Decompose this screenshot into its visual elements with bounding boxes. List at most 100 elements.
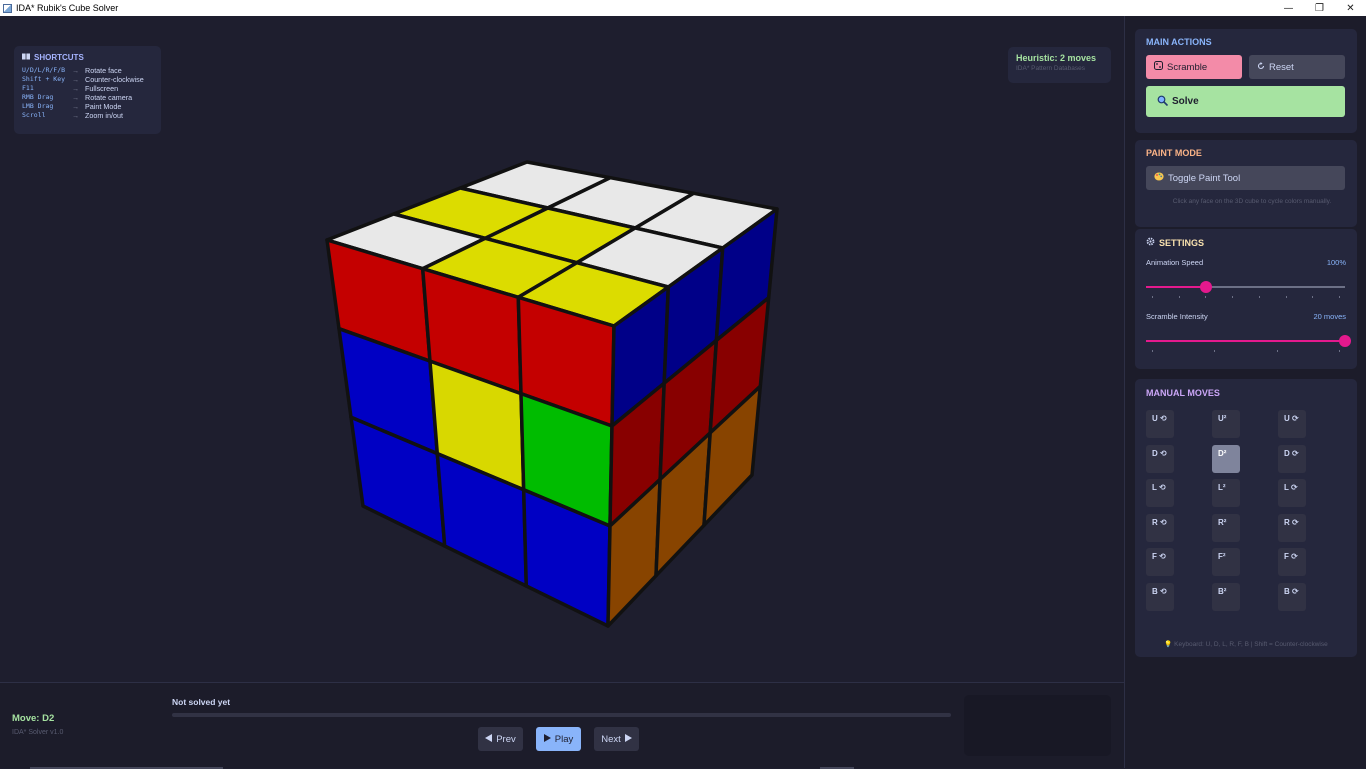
gear-icon bbox=[1146, 237, 1155, 248]
slider-tick bbox=[1285, 296, 1287, 298]
heuristic-label: Heuristic: 2 moves bbox=[1016, 53, 1097, 63]
manual-moves-title: MANUAL MOVES bbox=[1146, 388, 1220, 398]
shortcut-key: RMB Drag bbox=[22, 93, 54, 101]
minimize-button[interactable]: — bbox=[1273, 0, 1304, 16]
shortcut-key: LMB Drag bbox=[22, 102, 54, 110]
slider-tick bbox=[1152, 350, 1153, 352]
animation-speed-slider[interactable] bbox=[1146, 281, 1345, 298]
shortcut-row: U/D/L/R/F/B → Rotate face bbox=[22, 66, 153, 75]
move-button[interactable]: R² bbox=[1212, 513, 1240, 542]
shortcut-row: Shift + Key → Counter-clockwise bbox=[22, 75, 153, 84]
paint-palette-icon bbox=[1154, 172, 1164, 184]
move-button[interactable]: B² bbox=[1212, 583, 1240, 611]
animation-speed-thumb[interactable] bbox=[1199, 281, 1212, 293]
scramble-intensity-label: Scramble Intensity bbox=[1146, 312, 1208, 321]
shortcut-row: Scroll → Zoom in/out bbox=[22, 111, 153, 120]
refresh-icon bbox=[1257, 61, 1265, 73]
move-button[interactable]: R ⟳ bbox=[1278, 513, 1306, 542]
arrow-icon: → bbox=[72, 93, 80, 102]
move-button[interactable]: F ⟲ bbox=[1146, 548, 1174, 577]
slider-tick bbox=[1178, 296, 1180, 298]
solve-label: Solve bbox=[1172, 96, 1199, 107]
shortcut-list: U/D/L/R/F/B → Rotate face Shift + Key → Count… bbox=[22, 66, 153, 120]
move-button[interactable]: D² bbox=[1212, 444, 1240, 473]
manual-moves-panel: MANUAL MOVES U ⟲ U² U ⟳ D ⟲ D² D ⟳ L ⟲ L² L ⟳ R ⟲… bbox=[1135, 379, 1357, 657]
toggle-paint-button[interactable]: Toggle Paint Tool bbox=[1146, 166, 1345, 190]
slider-tick bbox=[1276, 350, 1278, 352]
solve-status: Not solved yet bbox=[172, 697, 231, 707]
sidebar: MAIN ACTIONS Scramble Reset Solve PAINT … bbox=[1124, 16, 1366, 768]
settings-title: SETTINGS bbox=[1159, 237, 1205, 248]
main-actions-panel: MAIN ACTIONS Scramble Reset Solve bbox=[1135, 29, 1357, 133]
move-button[interactable]: L ⟲ bbox=[1146, 479, 1174, 508]
play-icon bbox=[543, 733, 551, 745]
shortcut-key: U/D/L/R/F/B bbox=[22, 66, 66, 74]
triangle-left-icon bbox=[485, 733, 493, 745]
move-button[interactable]: U ⟳ bbox=[1278, 410, 1306, 438]
current-move: Move: D2 bbox=[12, 713, 55, 724]
slider-tick bbox=[1205, 296, 1207, 298]
move-button[interactable]: L² bbox=[1212, 479, 1240, 508]
maximize-button[interactable]: ❐ bbox=[1304, 0, 1335, 16]
move-button[interactable]: D ⟲ bbox=[1146, 444, 1174, 473]
arrow-icon: → bbox=[72, 102, 80, 111]
move-button[interactable]: R ⟲ bbox=[1146, 513, 1174, 542]
shortcut-action: Counter-clockwise bbox=[85, 75, 144, 84]
reset-button[interactable]: Reset bbox=[1249, 55, 1345, 79]
shortcut-key: Scroll bbox=[22, 111, 46, 119]
slider-tick bbox=[1214, 350, 1216, 352]
cube-viewport[interactable]: SHORTCUTS U/D/L/R/F/B → Rotate face Shift +… bbox=[0, 16, 1124, 682]
next-label: Next bbox=[601, 733, 621, 745]
move-button[interactable]: L ⟳ bbox=[1278, 479, 1306, 508]
reset-label: Reset bbox=[1269, 61, 1294, 73]
move-button[interactable]: U² bbox=[1212, 410, 1240, 438]
move-button[interactable]: D ⟳ bbox=[1278, 444, 1306, 473]
prev-label: Prev bbox=[496, 733, 516, 745]
prev-button[interactable]: Prev bbox=[478, 727, 523, 751]
settings-header: SETTINGS bbox=[1146, 237, 1204, 248]
shortcut-key: F11 bbox=[22, 84, 34, 92]
move-button[interactable]: B ⟳ bbox=[1278, 583, 1306, 611]
shortcuts-title: SHORTCUTS bbox=[34, 53, 84, 62]
arrow-icon: → bbox=[72, 66, 80, 75]
shortcut-key: Shift + Key bbox=[22, 75, 66, 83]
move-button[interactable]: F ⟳ bbox=[1278, 548, 1306, 577]
scramble-intensity-fill bbox=[1146, 340, 1345, 342]
arrow-icon: → bbox=[72, 84, 80, 93]
settings-panel: SETTINGS Animation Speed 100% Scramble I… bbox=[1135, 229, 1357, 369]
scramble-label: Scramble bbox=[1167, 61, 1208, 73]
arrow-icon: → bbox=[72, 75, 80, 84]
main-actions-title: MAIN ACTIONS bbox=[1146, 37, 1212, 47]
scramble-intensity-slider[interactable] bbox=[1146, 335, 1351, 352]
close-button[interactable]: ✕ bbox=[1335, 0, 1366, 16]
playback-bar: Move: D2 IDA* Solver v1.0 Not solved yet… bbox=[0, 682, 1124, 769]
shortcut-action: Rotate face bbox=[85, 66, 122, 75]
shortcut-action: Zoom in/out bbox=[85, 111, 123, 120]
next-button[interactable]: Next bbox=[594, 727, 639, 751]
slider-tick bbox=[1258, 296, 1260, 298]
move-button[interactable]: F² bbox=[1212, 548, 1240, 577]
move-button[interactable]: B ⟲ bbox=[1146, 583, 1174, 611]
scramble-intensity-value: 20 moves bbox=[1313, 312, 1346, 321]
dice-icon bbox=[1154, 61, 1163, 73]
heuristic-source: IDA* Pattern Databases bbox=[1016, 65, 1086, 72]
slider-tick bbox=[1152, 296, 1153, 298]
slider-tick bbox=[1339, 296, 1340, 298]
book-icon bbox=[22, 53, 30, 62]
scramble-intensity-thumb[interactable] bbox=[1339, 335, 1351, 347]
shortcut-action: Fullscreen bbox=[85, 84, 119, 93]
move-button[interactable]: U ⟲ bbox=[1146, 410, 1174, 438]
shortcut-action: Rotate camera bbox=[85, 93, 133, 102]
paint-mode-title: PAINT MODE bbox=[1146, 148, 1202, 158]
version-label: IDA* Solver v1.0 bbox=[12, 729, 64, 736]
solve-button[interactable]: Solve bbox=[1146, 86, 1345, 117]
magnifier-icon bbox=[1157, 95, 1169, 109]
window-title: IDA* Rubik's Cube Solver bbox=[16, 3, 119, 13]
shortcuts-panel: SHORTCUTS U/D/L/R/F/B → Rotate face Shift +… bbox=[14, 46, 161, 134]
scramble-button[interactable]: Scramble bbox=[1146, 55, 1242, 79]
triangle-right-icon bbox=[624, 733, 632, 745]
rubiks-cube-3d[interactable] bbox=[0, 16, 1124, 682]
play-button[interactable]: Play bbox=[536, 727, 581, 751]
title-bar: IDA* Rubik's Cube Solver — ❐ ✕ bbox=[0, 0, 1366, 16]
animation-speed-label: Animation Speed bbox=[1146, 258, 1204, 267]
